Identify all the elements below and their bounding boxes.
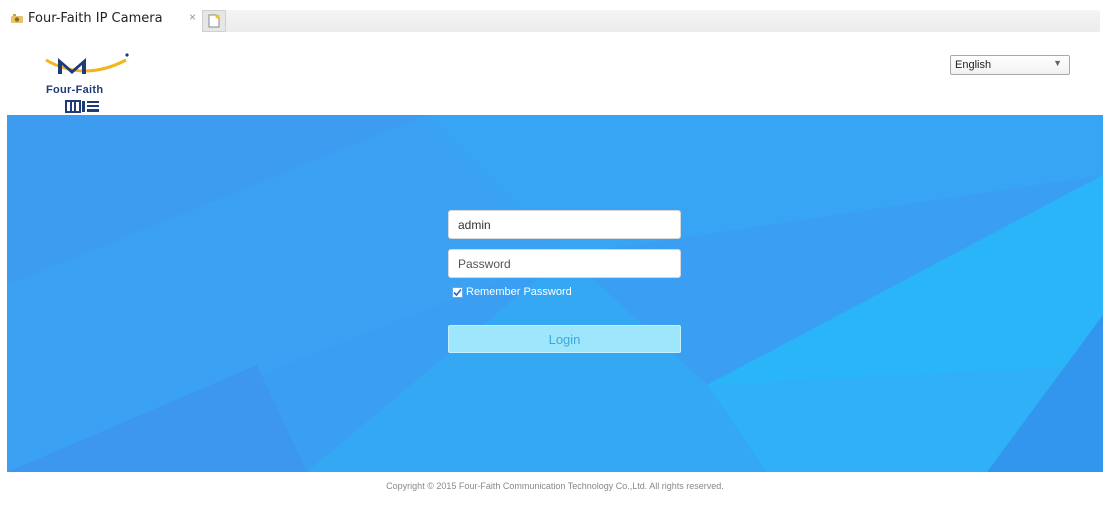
password-input[interactable]	[448, 249, 681, 278]
browser-tab[interactable]: Four-Faith IP Camera ×	[0, 0, 202, 36]
logo-mark	[45, 53, 129, 113]
remember-password-label: Remember Password	[466, 286, 572, 298]
remember-password-checkbox[interactable]	[452, 286, 463, 298]
new-tab-button[interactable]	[202, 10, 226, 32]
copyright-footer: Copyright © 2015 Four-Faith Communicatio…	[386, 481, 724, 491]
tabstrip-background	[202, 10, 1100, 32]
login-button[interactable]: Login	[448, 325, 681, 353]
browser-tabbar: Four-Faith IP Camera ×	[0, 0, 1110, 38]
language-select[interactable]: English ▼	[950, 55, 1070, 75]
login-banner: Remember Password Login	[7, 115, 1103, 472]
new-tab-icon	[208, 14, 220, 28]
tab-close-icon[interactable]: ×	[189, 10, 196, 24]
four-faith-logo: Four-Faith	[44, 52, 134, 114]
page-header: Four-Faith English ▼	[0, 38, 1110, 115]
checkmark-icon	[453, 288, 462, 296]
camera-favicon-icon	[11, 14, 23, 23]
username-input[interactable]	[448, 210, 681, 239]
language-selected-value: English	[955, 59, 992, 71]
remember-password-row[interactable]: Remember Password	[452, 286, 572, 298]
logo-text: Four-Faith	[46, 84, 104, 96]
chevron-down-icon: ▼	[1053, 58, 1062, 68]
tab-title: Four-Faith IP Camera	[28, 11, 163, 26]
